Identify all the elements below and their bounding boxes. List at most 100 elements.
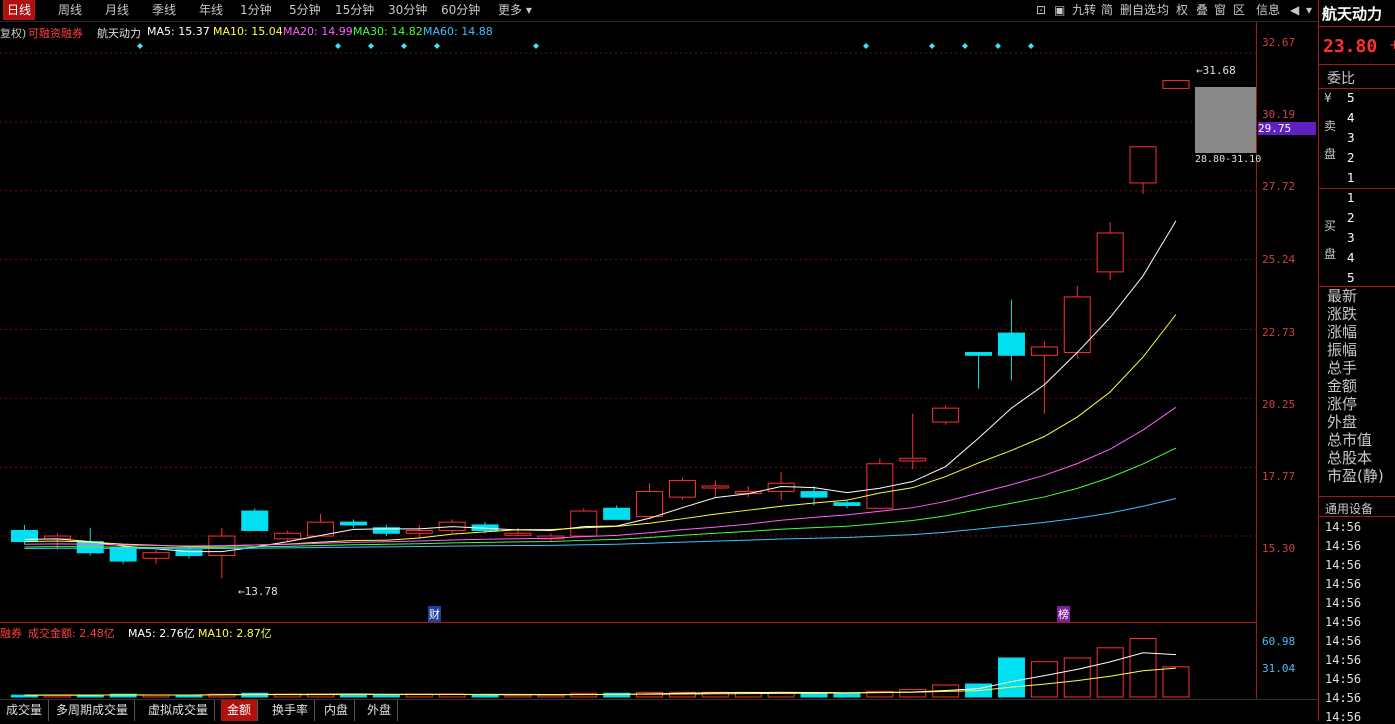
amount-bar[interactable] bbox=[471, 694, 499, 698]
candle-body[interactable] bbox=[339, 521, 367, 526]
price-axis-label: 27.72 bbox=[1262, 180, 1296, 193]
amount-bar[interactable] bbox=[1162, 666, 1190, 698]
candle-body[interactable] bbox=[800, 491, 828, 498]
amount-bar[interactable] bbox=[1063, 657, 1091, 698]
candle-body[interactable] bbox=[965, 352, 993, 356]
amount-label: 成交金额: 2.48亿 bbox=[28, 627, 115, 640]
indicator-tab[interactable]: 虚拟成交量 bbox=[142, 700, 216, 721]
ma-line bbox=[24, 447, 1177, 549]
volume-prefix: 融券 bbox=[0, 627, 22, 640]
high-marker: ←31.68 bbox=[1196, 64, 1236, 77]
indicator-tab[interactable]: 内盘 bbox=[318, 700, 356, 721]
industry-label: 通用设备 bbox=[1325, 502, 1374, 516]
quote-panel: 航天动力 23.80 + 委比 ¥ 卖 盘 5 4 3 2 1 买 盘 1 2 … bbox=[1318, 0, 1395, 724]
candle-body[interactable] bbox=[636, 491, 664, 518]
tick-time: 14:56 bbox=[1325, 691, 1362, 705]
buy-level: 4 bbox=[1347, 251, 1355, 265]
amount-bar[interactable] bbox=[1129, 638, 1157, 698]
quote-field-label: 市盈(静) bbox=[1327, 467, 1384, 485]
indicator-tab[interactable]: 金额 bbox=[221, 700, 259, 721]
sell-level: 3 bbox=[1347, 131, 1355, 145]
candle-body[interactable] bbox=[504, 532, 532, 536]
candle-body[interactable] bbox=[997, 332, 1025, 356]
candle-body[interactable] bbox=[274, 532, 302, 540]
candle-body[interactable] bbox=[932, 407, 960, 423]
low-marker: ←13.78 bbox=[238, 585, 278, 598]
vol-axis-top: 60.98 bbox=[1262, 635, 1296, 648]
candle-body[interactable] bbox=[767, 482, 795, 493]
signal-marker bbox=[137, 43, 143, 49]
sell-level: 5 bbox=[1347, 91, 1355, 105]
vol-ma10-label: MA10: 2.87亿 bbox=[198, 627, 272, 640]
quote-field-label: 涨停 bbox=[1327, 395, 1358, 413]
candle-body[interactable] bbox=[1063, 296, 1091, 354]
buy-level: 5 bbox=[1347, 271, 1355, 285]
amount-bar[interactable] bbox=[504, 694, 532, 698]
finance-marker[interactable]: 财 bbox=[428, 606, 441, 622]
candle-body[interactable] bbox=[899, 457, 927, 462]
indicator-tab[interactable]: 多周期成交量 bbox=[50, 700, 136, 721]
ma-line bbox=[24, 220, 1177, 553]
signal-marker bbox=[962, 43, 968, 49]
quote-field-label: 总市值 bbox=[1327, 431, 1373, 449]
sell-yen: ¥ bbox=[1324, 91, 1332, 105]
indicator-tab[interactable]: 外盘 bbox=[361, 700, 399, 721]
amount-bar[interactable] bbox=[1096, 647, 1124, 698]
candle-body[interactable] bbox=[833, 502, 861, 506]
quote-price: 23.80 bbox=[1323, 36, 1378, 57]
signal-marker bbox=[533, 43, 539, 49]
amount-bar[interactable] bbox=[800, 692, 828, 698]
amount-bar[interactable] bbox=[833, 692, 861, 698]
quote-field-label: 涨幅 bbox=[1327, 323, 1358, 341]
candle-body[interactable] bbox=[241, 510, 269, 531]
candle-body[interactable] bbox=[1096, 232, 1124, 273]
amount-bar[interactable] bbox=[1030, 661, 1058, 698]
range-box bbox=[1195, 87, 1256, 153]
signal-marker bbox=[368, 43, 374, 49]
tick-time: 14:56 bbox=[1325, 615, 1362, 629]
quote-field-label: 涨跌 bbox=[1327, 305, 1358, 323]
sell-level: 1 bbox=[1347, 171, 1355, 185]
amount-bar[interactable] bbox=[899, 689, 927, 698]
kline-svg bbox=[0, 43, 1256, 698]
signal-marker bbox=[863, 43, 869, 49]
candle-body[interactable] bbox=[603, 507, 631, 520]
sell-level: 2 bbox=[1347, 151, 1355, 165]
amount-bar[interactable] bbox=[570, 692, 598, 698]
quote-field-label: 总股本 bbox=[1327, 449, 1373, 467]
tick-time: 14:56 bbox=[1325, 710, 1362, 724]
candle-body[interactable] bbox=[109, 546, 137, 562]
signal-marker bbox=[929, 43, 935, 49]
candle-body[interactable] bbox=[405, 529, 433, 534]
list-marker[interactable]: 榜 bbox=[1057, 606, 1070, 622]
indicator-tab[interactable]: 换手率 bbox=[266, 700, 316, 721]
sell-pan-label: 盘 bbox=[1324, 147, 1337, 161]
candle-body[interactable] bbox=[10, 529, 38, 543]
candle-body[interactable] bbox=[668, 479, 696, 498]
tick-time: 14:56 bbox=[1325, 539, 1362, 553]
candle-body[interactable] bbox=[1030, 346, 1058, 356]
amount-bar[interactable] bbox=[997, 657, 1025, 698]
amount-bar[interactable] bbox=[372, 694, 400, 698]
quote-stock-name: 航天动力 bbox=[1322, 5, 1383, 23]
price-axis-label: 20.25 bbox=[1262, 398, 1296, 411]
candle-body[interactable] bbox=[142, 552, 170, 559]
high-label: 31.68 bbox=[1202, 64, 1236, 77]
tick-time: 14:56 bbox=[1325, 634, 1362, 648]
amount-bar[interactable] bbox=[537, 694, 565, 698]
price-axis-label: 30.19 bbox=[1262, 108, 1296, 121]
indicator-tabs: 成交量 多周期成交量 虚拟成交量 金额 换手率 内盘 外盘 bbox=[0, 699, 1318, 722]
ma-line bbox=[24, 497, 1177, 550]
tick-time: 14:56 bbox=[1325, 577, 1362, 591]
indicator-tab[interactable]: 成交量 bbox=[0, 700, 50, 721]
candle-body[interactable] bbox=[1129, 146, 1157, 184]
candle-body[interactable] bbox=[701, 485, 729, 489]
candle-body[interactable] bbox=[1162, 80, 1190, 89]
price-axis-label: 22.73 bbox=[1262, 326, 1296, 339]
tick-time: 14:56 bbox=[1325, 672, 1362, 686]
tick-time: 14:56 bbox=[1325, 520, 1362, 534]
sell-label: 卖 bbox=[1324, 119, 1337, 133]
price-axis-label: 15.30 bbox=[1262, 542, 1296, 555]
low-label: 13.78 bbox=[244, 585, 278, 598]
candle-body[interactable] bbox=[570, 510, 598, 537]
